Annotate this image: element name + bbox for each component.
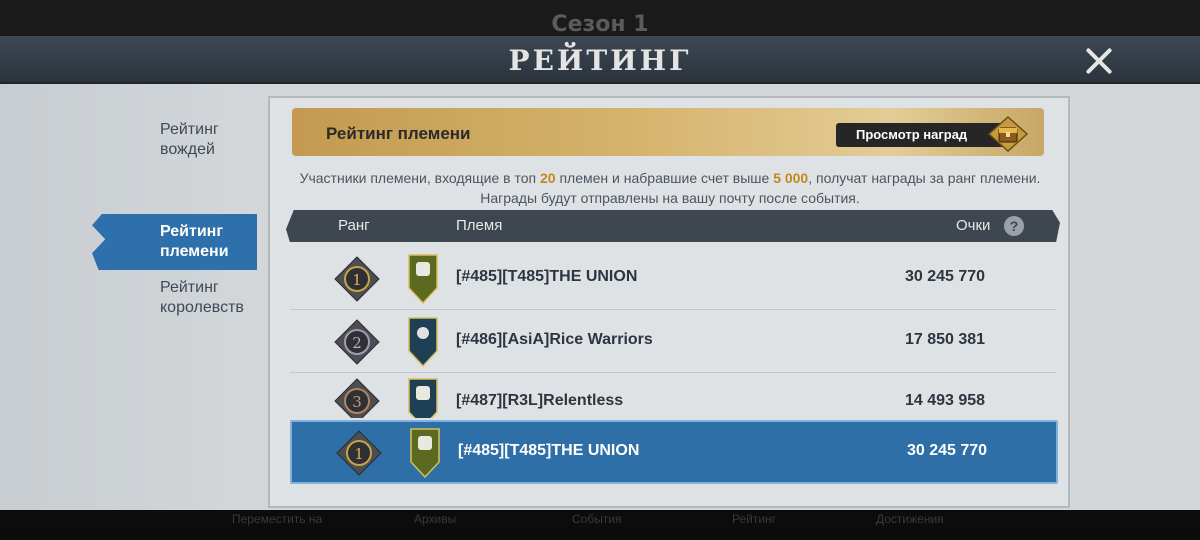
svg-text:1: 1 [354,445,364,463]
table-row[interactable]: 3 [#487][R3L]Relentless 14 493 958 [290,374,1056,418]
sidebar: Рейтинг вождей Рейтинг племени Рейтинг к… [0,84,262,510]
tribe-score: 30 245 770 [905,268,986,285]
rank-2-badge: 2 [334,319,380,365]
nav-ranking[interactable]: Рейтинг [732,512,776,526]
tribe-score: 30 245 770 [907,442,988,459]
nav-achievements[interactable]: Достижения [876,512,944,526]
svg-text:1: 1 [352,271,362,289]
close-icon[interactable] [1084,46,1114,76]
tribe-emblem-icon [408,317,438,367]
svg-text:3: 3 [352,393,362,411]
tribe-score: 14 493 958 [905,392,986,409]
table-row[interactable]: 1 [#485][T485]THE UNION 30 245 770 [290,248,1056,310]
season-title: Сезон 1 [551,12,649,37]
modal-title: РЕЙТИНГ [508,44,692,77]
ranking-modal: РЕЙТИНГ Рейтинг вождей Рейтинг племени Р… [0,36,1200,510]
reward-info-text: Участники племени, входящие в топ 20 пле… [299,170,1041,206]
tribe-name: [#487][R3L]Relentless [456,392,624,409]
header-rank: Ранг [338,217,370,234]
tribe-name: [#486][AsiA]Rice Warriors [456,331,653,348]
header-tribe: Племя [456,217,503,234]
treasure-chest-icon [988,116,1028,152]
nav-events[interactable]: События [572,512,622,526]
sidebar-item-leaders[interactable]: Рейтинг вождей [160,120,260,160]
view-rewards-button[interactable]: Просмотр наград [836,123,1012,147]
sidebar-item-tribe[interactable]: Рейтинг племени [160,222,260,262]
tribe-ranking-panel: Рейтинг племени Просмотр наград Участник… [268,96,1070,508]
nav-move[interactable]: Переместить на [232,512,322,526]
min-score: 5 000 [773,170,809,186]
modal-header: РЕЙТИНГ [0,36,1200,84]
sidebar-item-kingdoms[interactable]: Рейтинг королевств [160,278,260,318]
tribe-emblem-icon [408,254,438,304]
svg-text:2: 2 [352,334,362,352]
table-header: Ранг Племя Очки ? [286,210,1060,242]
rank-1-badge: 1 [334,256,380,302]
rank-1-badge: 1 [336,430,382,476]
tribe-emblem-icon [408,378,438,418]
tribe-score: 17 850 381 [905,331,986,348]
help-icon[interactable]: ? [1004,216,1024,236]
tribe-emblem-icon [410,428,440,478]
table-row[interactable]: 2 [#486][AsiA]Rice Warriors 17 850 381 [290,311,1056,373]
rank-3-badge: 3 [334,378,380,418]
my-tribe-row[interactable]: 1 [#485][T485]THE UNION 30 245 770 [290,420,1058,484]
bottom-nav: Переместить на Архивы События Рейтинг До… [0,508,1200,540]
banner-title: Рейтинг племени [326,124,471,143]
tribe-name: [#485][T485]THE UNION [456,268,638,285]
nav-archives[interactable]: Архивы [414,512,456,526]
top-count: 20 [540,170,556,186]
tribe-name: [#485][T485]THE UNION [458,442,640,459]
header-points: Очки [956,217,991,234]
tribe-ranking-banner: Рейтинг племени Просмотр наград [292,108,1044,156]
